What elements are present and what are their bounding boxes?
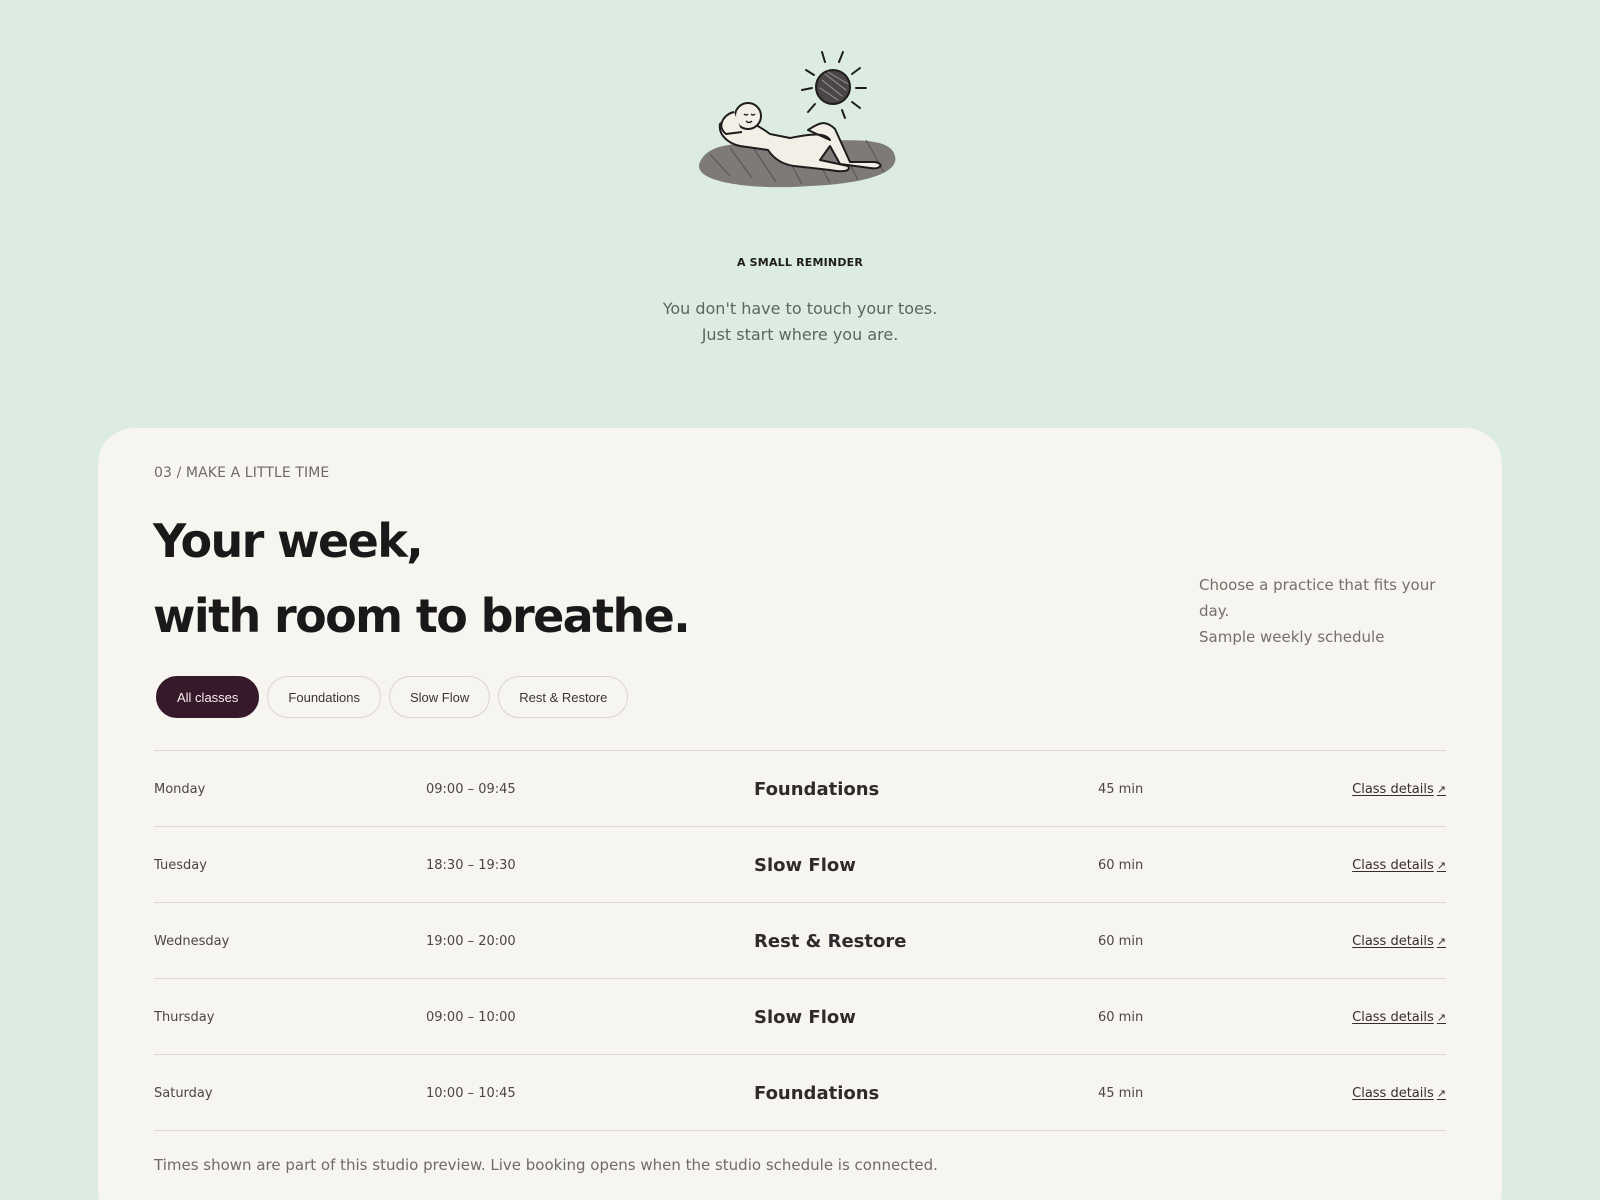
side-note-line: Choose a practice that fits your	[1199, 576, 1436, 594]
arrow-up-right-icon: ↗	[1436, 782, 1446, 796]
class-details-label: Class details	[1352, 1085, 1434, 1101]
class-details-link[interactable]: Class details ↗	[1352, 751, 1446, 827]
class-name-cell: Rest & Restore	[754, 930, 907, 952]
reminder-message: You don't have to touch your toes. Just …	[0, 296, 1600, 348]
page-title-line: Your week,	[153, 514, 424, 568]
reminder-line: You don't have to touch your toes.	[662, 299, 938, 318]
arrow-up-right-icon: ↗	[1436, 934, 1446, 948]
page-title-line: with room to breathe.	[153, 589, 691, 643]
hero-section: A SMALL REMINDER You don't have to touch…	[0, 0, 1600, 420]
reminder-line: Just start where you are.	[701, 325, 899, 344]
day-cell: Saturday	[154, 1085, 213, 1101]
side-note: Choose a practice that fits your day. Sa…	[1199, 572, 1449, 650]
duration-cell: 60 min	[1098, 1009, 1144, 1025]
schedule-card: 03 / MAKE A LITTLE TIME Your week, with …	[98, 428, 1502, 1200]
sun-icon	[801, 51, 867, 119]
day-cell: Monday	[154, 781, 206, 797]
class-name-cell: Slow Flow	[754, 1006, 856, 1028]
time-cell: 09:00 – 10:00	[426, 1009, 516, 1025]
side-note-line: Sample weekly schedule	[1199, 628, 1385, 646]
reminder-eyebrow: A SMALL REMINDER	[736, 256, 864, 269]
table-row: Wednesday 19:00 – 20:00 Rest & Restore 6…	[154, 903, 1446, 979]
table-row: Thursday 09:00 – 10:00 Slow Flow 60 min …	[154, 979, 1446, 1055]
filter-foundations[interactable]: Foundations	[267, 676, 381, 718]
class-details-label: Class details	[1352, 933, 1434, 949]
section-label: 03 / MAKE A LITTLE TIME	[154, 465, 330, 481]
class-name-cell: Foundations	[754, 778, 880, 800]
day-cell: Wednesday	[154, 933, 230, 949]
table-row: Monday 09:00 – 09:45 Foundations 45 min …	[154, 751, 1446, 827]
time-cell: 19:00 – 20:00	[426, 933, 516, 949]
class-filter-group: All classes Foundations Slow Flow Rest &…	[156, 676, 629, 718]
weekly-schedule-table: Monday 09:00 – 09:45 Foundations 45 min …	[154, 750, 1446, 1131]
page-title: Your week, with room to breathe.	[153, 504, 691, 654]
duration-cell: 45 min	[1098, 1085, 1144, 1101]
class-name-cell: Foundations	[754, 1082, 880, 1104]
table-row: Tuesday 18:30 – 19:30 Slow Flow 60 min C…	[154, 827, 1446, 903]
day-cell: Thursday	[154, 1009, 215, 1025]
schedule-footnote: Times shown are part of this studio prev…	[154, 1156, 938, 1174]
time-cell: 10:00 – 10:45	[426, 1085, 516, 1101]
class-details-link[interactable]: Class details ↗	[1352, 903, 1446, 979]
class-details-label: Class details	[1352, 857, 1434, 873]
arrow-up-right-icon: ↗	[1436, 1010, 1446, 1024]
time-cell: 09:00 – 09:45	[426, 781, 516, 797]
duration-cell: 60 min	[1098, 933, 1144, 949]
person-resting-under-sun-illustration	[699, 51, 896, 188]
filter-rest-restore[interactable]: Rest & Restore	[498, 676, 629, 718]
filter-slow-flow[interactable]: Slow Flow	[388, 676, 491, 718]
class-details-label: Class details	[1352, 1009, 1434, 1025]
duration-cell: 45 min	[1098, 781, 1144, 797]
side-note-line: day.	[1199, 602, 1230, 620]
time-cell: 18:30 – 19:30	[426, 857, 516, 873]
class-details-label: Class details	[1352, 781, 1434, 797]
arrow-up-right-icon: ↗	[1436, 858, 1446, 872]
class-details-link[interactable]: Class details ↗	[1352, 1055, 1446, 1131]
filter-all-classes[interactable]: All classes	[156, 676, 260, 718]
day-cell: Tuesday	[154, 857, 207, 873]
arrow-up-right-icon: ↗	[1436, 1086, 1446, 1100]
class-name-cell: Slow Flow	[754, 854, 856, 876]
class-details-link[interactable]: Class details ↗	[1352, 827, 1446, 903]
table-row: Saturday 10:00 – 10:45 Foundations 45 mi…	[154, 1055, 1446, 1131]
class-details-link[interactable]: Class details ↗	[1352, 979, 1446, 1055]
duration-cell: 60 min	[1098, 857, 1144, 873]
